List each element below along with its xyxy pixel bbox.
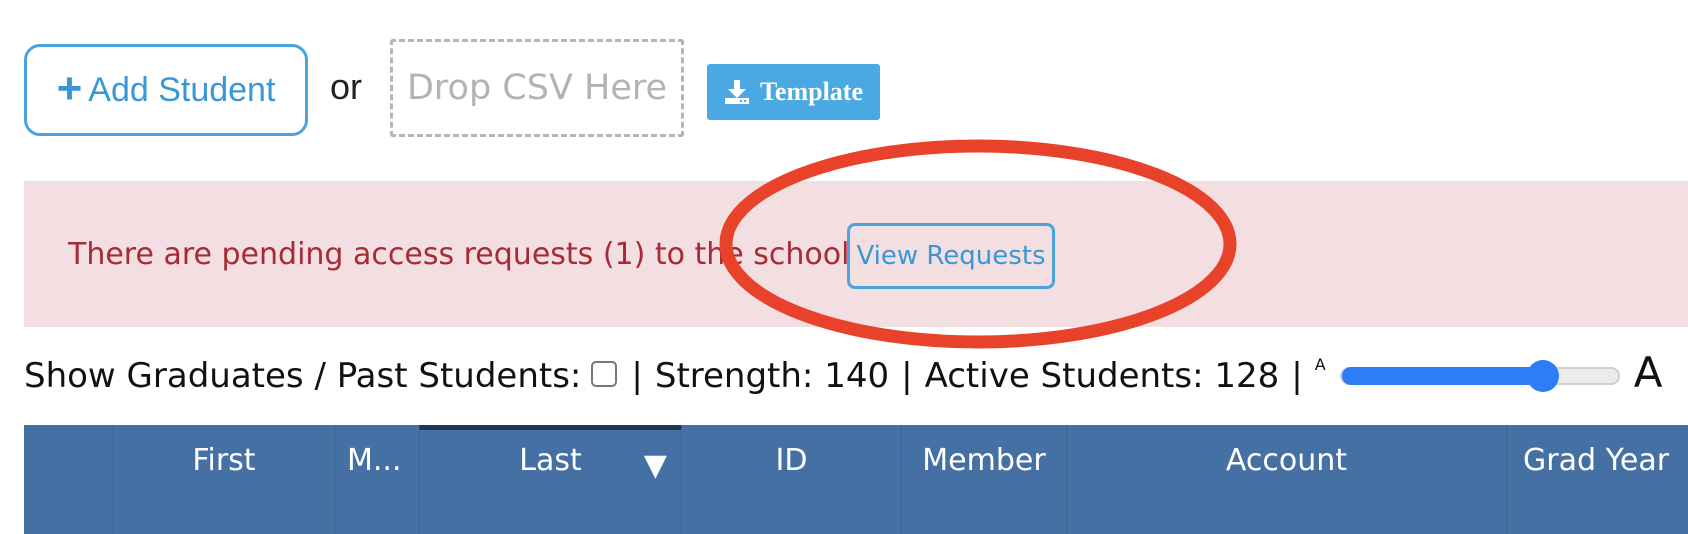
column-header-select[interactable] [24, 425, 113, 534]
view-requests-label: View Requests [856, 241, 1046, 271]
column-label-last: Last [519, 443, 582, 478]
pending-requests-alert: There are pending access requests (1) to… [24, 181, 1688, 327]
column-header-grad-year[interactable]: Grad Year [1506, 425, 1688, 534]
view-requests-button[interactable]: View Requests [847, 223, 1055, 289]
column-header-account[interactable]: Account [1066, 425, 1506, 534]
active-students-count: Active Students: 128 [924, 356, 1280, 396]
template-label: Template [759, 77, 864, 106]
stats-row: Show Graduates / Past Students: | Streng… [24, 348, 1662, 400]
separator: | [901, 356, 913, 396]
slider-thumb[interactable] [1527, 360, 1560, 392]
csv-drop-zone[interactable]: Drop CSV Here [390, 39, 684, 137]
column-header-member[interactable]: Member [901, 425, 1066, 534]
download-icon [724, 80, 749, 104]
sort-descending-icon[interactable]: ▼ [644, 448, 667, 483]
separator: | [631, 356, 643, 396]
or-separator-text: or [330, 66, 363, 107]
column-label-middle: M... [347, 443, 402, 478]
font-size-large-label: A [1633, 347, 1663, 397]
plus-icon: + [56, 64, 83, 113]
column-label-first: First [192, 443, 256, 478]
column-label-grad-year: Grad Year [1523, 443, 1670, 478]
column-header-middle[interactable]: M... [334, 425, 419, 534]
download-template-button[interactable]: Template [707, 64, 880, 120]
strength-count: Strength: 140 [654, 356, 890, 396]
column-label-account: Account [1225, 443, 1348, 478]
column-header-last[interactable]: Last ▼ [419, 425, 681, 534]
font-size-small-label: A [1314, 354, 1326, 374]
students-table-header: First M... Last ▼ ID Member Account Grad… [24, 425, 1688, 534]
alert-message: There are pending access requests (1) to… [68, 237, 850, 272]
font-size-slider[interactable] [1339, 360, 1620, 392]
drop-zone-label: Drop CSV Here [406, 68, 668, 108]
column-label-member: Member [922, 443, 1046, 478]
separator: | [1291, 356, 1303, 396]
slider-fill [1341, 367, 1544, 385]
student-management-page: + Add Student or Drop CSV Here Template … [0, 0, 1688, 534]
show-graduates-checkbox[interactable] [591, 361, 618, 387]
show-graduates-label: Show Graduates / Past Students: [24, 356, 582, 396]
column-label-id: ID [775, 443, 808, 478]
column-header-first[interactable]: First [113, 425, 334, 534]
add-student-button[interactable]: + Add Student [24, 44, 308, 136]
add-student-label: Add Student [88, 70, 276, 109]
column-header-id[interactable]: ID [681, 425, 901, 534]
